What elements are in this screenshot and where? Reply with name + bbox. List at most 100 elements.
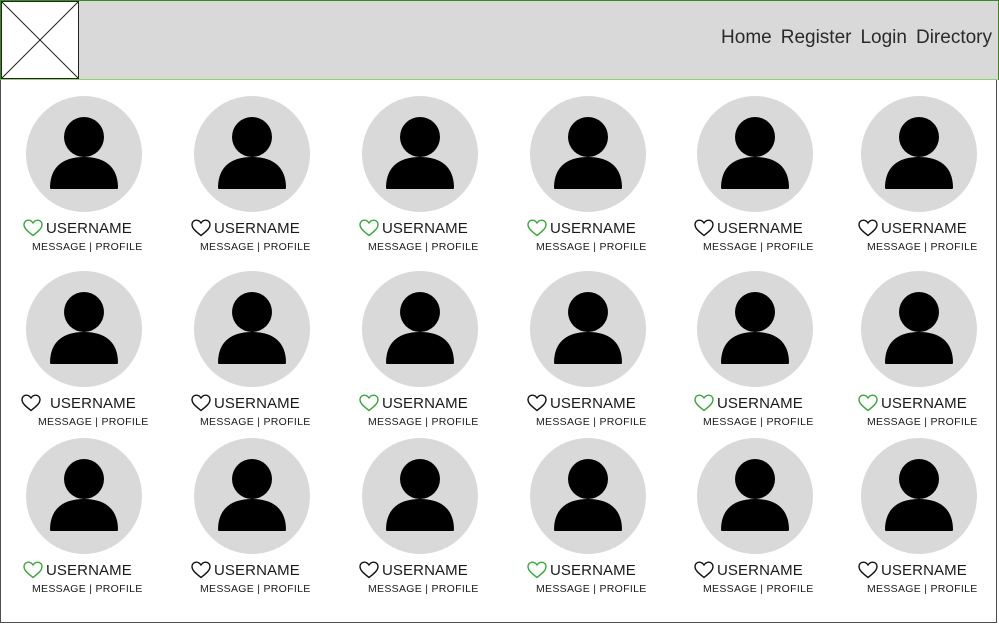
- profile-link[interactable]: PROFILE: [432, 241, 479, 253]
- avatar[interactable]: [26, 438, 142, 554]
- user-card: USERNAME MESSAGE | PROFILE: [0, 271, 168, 441]
- heart-icon[interactable]: [358, 393, 380, 413]
- avatar[interactable]: [362, 438, 478, 554]
- heart-icon[interactable]: [358, 560, 380, 580]
- heart-icon[interactable]: [693, 560, 715, 580]
- username[interactable]: USERNAME: [46, 220, 132, 237]
- username[interactable]: USERNAME: [881, 562, 967, 579]
- message-link[interactable]: MESSAGE: [38, 416, 92, 428]
- username[interactable]: USERNAME: [382, 562, 468, 579]
- username[interactable]: USERNAME: [214, 395, 300, 412]
- heart-icon[interactable]: [20, 393, 42, 413]
- avatar[interactable]: [861, 271, 977, 387]
- message-link[interactable]: MESSAGE: [200, 583, 254, 595]
- message-link[interactable]: MESSAGE: [867, 416, 921, 428]
- avatar[interactable]: [697, 96, 813, 212]
- profile-link[interactable]: PROFILE: [96, 241, 143, 253]
- heart-icon[interactable]: [693, 218, 715, 238]
- profile-link[interactable]: PROFILE: [600, 583, 647, 595]
- user-card: USERNAME MESSAGE | PROFILE: [336, 271, 504, 441]
- profile-link[interactable]: PROFILE: [931, 583, 978, 595]
- message-link[interactable]: MESSAGE: [703, 241, 757, 253]
- user-card: USERNAME MESSAGE | PROFILE: [835, 271, 999, 441]
- heart-icon[interactable]: [526, 393, 548, 413]
- user-card: USERNAME MESSAGE | PROFILE: [168, 271, 336, 441]
- avatar[interactable]: [26, 96, 142, 212]
- message-link[interactable]: MESSAGE: [536, 416, 590, 428]
- heart-icon[interactable]: [22, 218, 44, 238]
- message-link[interactable]: MESSAGE: [32, 241, 86, 253]
- profile-link[interactable]: PROFILE: [102, 416, 149, 428]
- avatar[interactable]: [362, 271, 478, 387]
- profile-link[interactable]: PROFILE: [931, 416, 978, 428]
- username[interactable]: USERNAME: [881, 395, 967, 412]
- username[interactable]: USERNAME: [214, 220, 300, 237]
- message-link[interactable]: MESSAGE: [32, 583, 86, 595]
- message-link[interactable]: MESSAGE: [703, 583, 757, 595]
- message-link[interactable]: MESSAGE: [703, 416, 757, 428]
- message-link[interactable]: MESSAGE: [200, 416, 254, 428]
- profile-link[interactable]: PROFILE: [600, 241, 647, 253]
- profile-link[interactable]: PROFILE: [264, 416, 311, 428]
- heart-icon[interactable]: [857, 218, 879, 238]
- link-separator: |: [590, 583, 600, 595]
- user-silhouette-icon: [885, 292, 953, 364]
- message-link[interactable]: MESSAGE: [368, 241, 422, 253]
- avatar[interactable]: [861, 438, 977, 554]
- username[interactable]: USERNAME: [550, 562, 636, 579]
- user-links: MESSAGE | PROFILE: [368, 416, 479, 428]
- username[interactable]: USERNAME: [50, 395, 136, 412]
- username[interactable]: USERNAME: [881, 220, 967, 237]
- avatar[interactable]: [861, 96, 977, 212]
- message-link[interactable]: MESSAGE: [200, 241, 254, 253]
- avatar[interactable]: [194, 271, 310, 387]
- heart-icon[interactable]: [857, 560, 879, 580]
- profile-link[interactable]: PROFILE: [432, 416, 479, 428]
- message-link[interactable]: MESSAGE: [368, 416, 422, 428]
- profile-link[interactable]: PROFILE: [767, 416, 814, 428]
- heart-icon[interactable]: [22, 560, 44, 580]
- link-separator: |: [757, 583, 767, 595]
- username[interactable]: USERNAME: [550, 395, 636, 412]
- profile-link[interactable]: PROFILE: [600, 416, 647, 428]
- message-link[interactable]: MESSAGE: [536, 241, 590, 253]
- link-separator: |: [254, 583, 264, 595]
- avatar[interactable]: [26, 271, 142, 387]
- profile-link[interactable]: PROFILE: [767, 241, 814, 253]
- profile-link[interactable]: PROFILE: [264, 241, 311, 253]
- message-link[interactable]: MESSAGE: [536, 583, 590, 595]
- profile-link[interactable]: PROFILE: [96, 583, 143, 595]
- heart-icon[interactable]: [190, 560, 212, 580]
- username[interactable]: USERNAME: [717, 220, 803, 237]
- avatar[interactable]: [362, 96, 478, 212]
- heart-icon[interactable]: [190, 393, 212, 413]
- heart-icon[interactable]: [693, 393, 715, 413]
- user-card: USERNAME MESSAGE | PROFILE: [504, 271, 672, 441]
- avatar[interactable]: [697, 271, 813, 387]
- username[interactable]: USERNAME: [717, 562, 803, 579]
- message-link[interactable]: MESSAGE: [368, 583, 422, 595]
- avatar[interactable]: [194, 96, 310, 212]
- message-link[interactable]: MESSAGE: [867, 241, 921, 253]
- username[interactable]: USERNAME: [214, 562, 300, 579]
- avatar[interactable]: [194, 438, 310, 554]
- username[interactable]: USERNAME: [717, 395, 803, 412]
- avatar[interactable]: [530, 271, 646, 387]
- avatar[interactable]: [530, 438, 646, 554]
- heart-icon[interactable]: [358, 218, 380, 238]
- username[interactable]: USERNAME: [550, 220, 636, 237]
- heart-icon[interactable]: [526, 218, 548, 238]
- username[interactable]: USERNAME: [46, 562, 132, 579]
- profile-link[interactable]: PROFILE: [264, 583, 311, 595]
- profile-link[interactable]: PROFILE: [432, 583, 479, 595]
- profile-link[interactable]: PROFILE: [767, 583, 814, 595]
- heart-icon[interactable]: [857, 393, 879, 413]
- avatar[interactable]: [697, 438, 813, 554]
- message-link[interactable]: MESSAGE: [867, 583, 921, 595]
- username[interactable]: USERNAME: [382, 395, 468, 412]
- avatar[interactable]: [530, 96, 646, 212]
- username[interactable]: USERNAME: [382, 220, 468, 237]
- profile-link[interactable]: PROFILE: [931, 241, 978, 253]
- heart-icon[interactable]: [526, 560, 548, 580]
- heart-icon[interactable]: [190, 218, 212, 238]
